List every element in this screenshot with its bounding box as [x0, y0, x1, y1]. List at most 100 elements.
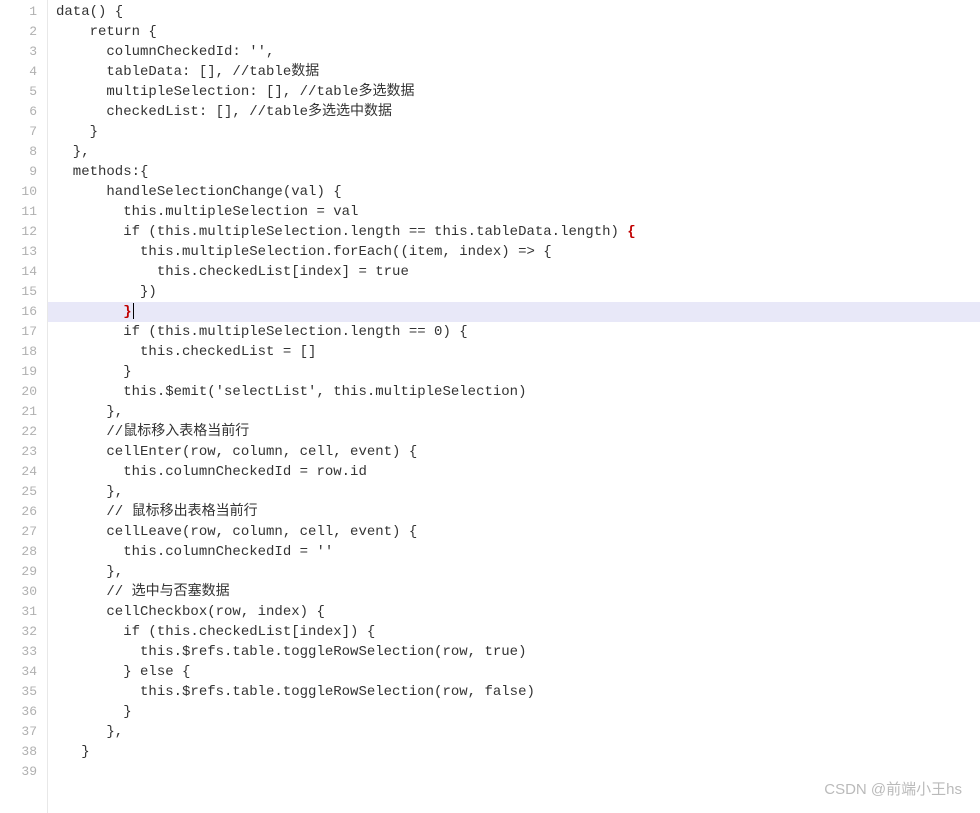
line-number: 35 [0, 682, 47, 702]
line-number: 16 [0, 302, 47, 322]
code-text: this.$emit('selectList', this.multipleSe… [56, 384, 526, 400]
text-cursor [133, 303, 134, 319]
code-line[interactable]: methods:{ [56, 162, 980, 182]
code-line[interactable]: }) [56, 282, 980, 302]
line-number: 9 [0, 162, 47, 182]
line-number: 15 [0, 282, 47, 302]
code-text: if (this.multipleSelection.length == thi… [56, 224, 627, 240]
code-text: }) [56, 284, 157, 300]
line-number: 37 [0, 722, 47, 742]
code-text: if (this.checkedList[index]) { [56, 624, 375, 640]
code-text: this.checkedList[index] = true [56, 264, 409, 280]
code-line[interactable]: multipleSelection: [], //table多选数据 [56, 82, 980, 102]
code-line[interactable]: }, [56, 722, 980, 742]
code-area[interactable]: data() { return { columnCheckedId: '', t… [48, 0, 980, 813]
code-text: if (this.multipleSelection.length == 0) … [56, 324, 468, 340]
code-line[interactable]: this.columnCheckedId = '' [56, 542, 980, 562]
code-line[interactable]: return { [56, 22, 980, 42]
code-line[interactable]: this.checkedList[index] = true [56, 262, 980, 282]
line-number: 32 [0, 622, 47, 642]
code-text: } [56, 124, 98, 140]
line-number: 39 [0, 762, 47, 782]
code-text: this.multipleSelection.forEach((item, in… [56, 244, 552, 260]
line-number: 21 [0, 402, 47, 422]
code-line[interactable]: tableData: [], //table数据 [56, 62, 980, 82]
line-number: 10 [0, 182, 47, 202]
line-number: 12 [0, 222, 47, 242]
code-line[interactable]: }, [56, 142, 980, 162]
code-text: cellEnter(row, column, cell, event) { [56, 444, 417, 460]
code-text: } [56, 744, 90, 760]
code-line[interactable] [56, 762, 980, 782]
line-number: 20 [0, 382, 47, 402]
code-text: columnCheckedId: '', [56, 44, 274, 60]
code-line[interactable]: } else { [56, 662, 980, 682]
code-line[interactable]: } [56, 362, 980, 382]
code-line[interactable]: this.checkedList = [] [56, 342, 980, 362]
code-line[interactable]: }, [56, 562, 980, 582]
code-text: multipleSelection: [], //table多选数据 [56, 84, 414, 100]
code-line[interactable]: cellCheckbox(row, index) { [56, 602, 980, 622]
code-line[interactable]: //鼠标移入表格当前行 [56, 422, 980, 442]
code-line[interactable]: // 鼠标移出表格当前行 [56, 502, 980, 522]
code-line[interactable]: } [56, 742, 980, 762]
line-number: 25 [0, 482, 47, 502]
code-text: }, [56, 144, 90, 160]
line-number: 26 [0, 502, 47, 522]
code-line[interactable]: this.$emit('selectList', this.multipleSe… [56, 382, 980, 402]
code-editor: 1234567891011121314151617181920212223242… [0, 0, 980, 813]
code-line[interactable]: }, [56, 482, 980, 502]
code-line[interactable]: if (this.multipleSelection.length == thi… [56, 222, 980, 242]
code-line[interactable]: this.multipleSelection.forEach((item, in… [56, 242, 980, 262]
code-text: this.$refs.table.toggleRowSelection(row,… [56, 684, 535, 700]
code-line[interactable]: this.$refs.table.toggleRowSelection(row,… [56, 642, 980, 662]
code-line[interactable]: cellLeave(row, column, cell, event) { [56, 522, 980, 542]
code-line[interactable]: data() { [56, 2, 980, 22]
code-line[interactable]: // 选中与否塞数据 [56, 582, 980, 602]
line-number: 11 [0, 202, 47, 222]
code-text: handleSelectionChange(val) { [56, 184, 342, 200]
code-line[interactable]: } [56, 702, 980, 722]
line-number: 36 [0, 702, 47, 722]
code-line[interactable]: } [56, 122, 980, 142]
line-number: 22 [0, 422, 47, 442]
line-number: 38 [0, 742, 47, 762]
line-number: 3 [0, 42, 47, 62]
line-number: 23 [0, 442, 47, 462]
code-text: this.columnCheckedId = '' [56, 544, 333, 560]
code-line[interactable]: if (this.multipleSelection.length == 0) … [56, 322, 980, 342]
code-line[interactable]: checkedList: [], //table多选选中数据 [56, 102, 980, 122]
code-text: }, [56, 404, 123, 420]
line-number: 27 [0, 522, 47, 542]
code-line[interactable]: this.$refs.table.toggleRowSelection(row,… [56, 682, 980, 702]
line-number: 31 [0, 602, 47, 622]
line-number: 24 [0, 462, 47, 482]
code-line[interactable]: this.multipleSelection = val [56, 202, 980, 222]
code-text: cellLeave(row, column, cell, event) { [56, 524, 417, 540]
code-text [56, 304, 123, 320]
code-text: this.$refs.table.toggleRowSelection(row,… [56, 644, 526, 660]
code-line[interactable]: } [48, 302, 980, 322]
line-number: 7 [0, 122, 47, 142]
code-text: // 选中与否塞数据 [56, 584, 230, 600]
code-line[interactable]: columnCheckedId: '', [56, 42, 980, 62]
code-text: return { [56, 24, 157, 40]
code-line[interactable]: handleSelectionChange(val) { [56, 182, 980, 202]
line-number: 1 [0, 2, 47, 22]
code-text: data() { [56, 4, 123, 20]
code-line[interactable]: cellEnter(row, column, cell, event) { [56, 442, 980, 462]
code-text: } [56, 364, 132, 380]
code-line[interactable]: if (this.checkedList[index]) { [56, 622, 980, 642]
code-text: methods:{ [56, 164, 148, 180]
line-number: 5 [0, 82, 47, 102]
line-number: 4 [0, 62, 47, 82]
code-line[interactable]: this.columnCheckedId = row.id [56, 462, 980, 482]
line-number: 30 [0, 582, 47, 602]
line-number: 2 [0, 22, 47, 42]
code-text: this.multipleSelection = val [56, 204, 358, 220]
code-text: // 鼠标移出表格当前行 [56, 504, 258, 520]
line-number: 34 [0, 662, 47, 682]
line-gutter: 1234567891011121314151617181920212223242… [0, 0, 48, 813]
line-number: 29 [0, 562, 47, 582]
code-line[interactable]: }, [56, 402, 980, 422]
